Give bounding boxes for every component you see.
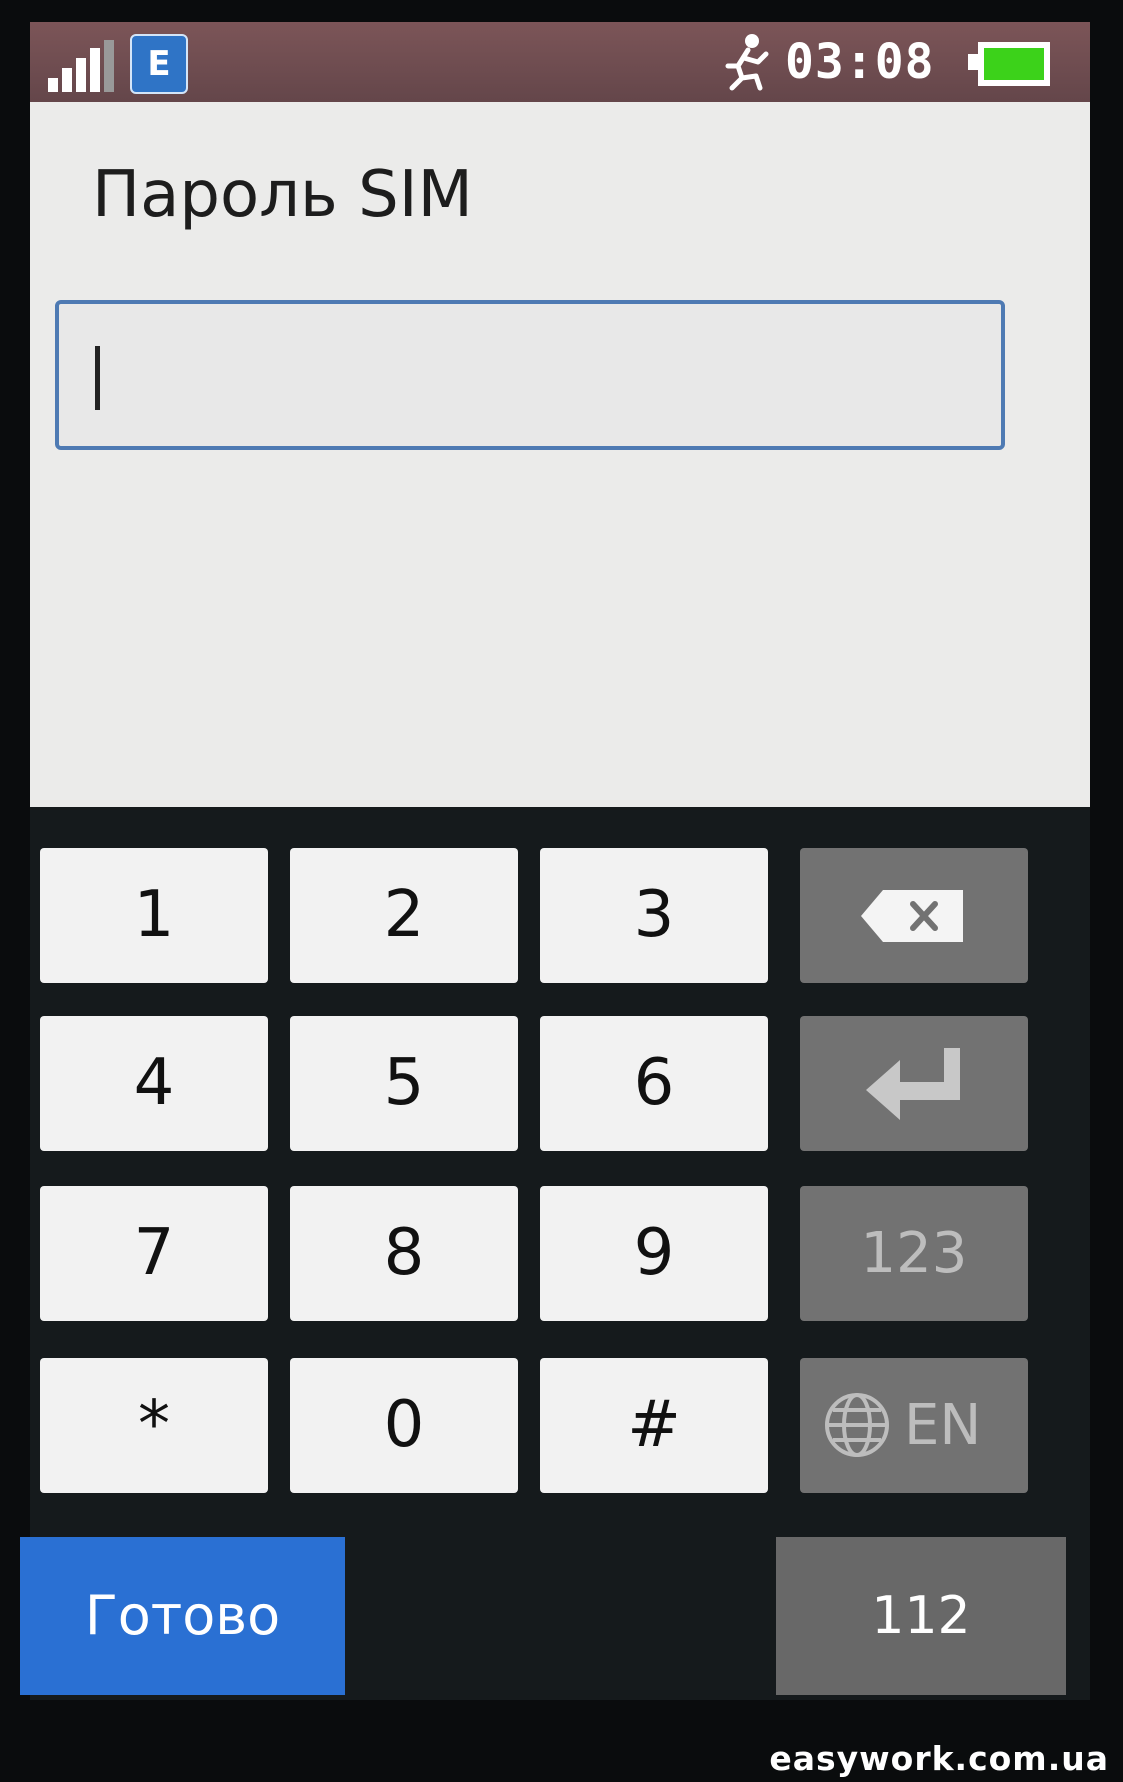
key-7[interactable]: 7 (40, 1186, 268, 1321)
emergency-call-button[interactable]: 112 (776, 1537, 1066, 1695)
globe-icon (825, 1393, 889, 1457)
key-3[interactable]: 3 (540, 848, 768, 983)
watermark: easywork.com.ua (769, 1739, 1109, 1778)
key-9[interactable]: 9 (540, 1186, 768, 1321)
key-5[interactable]: 5 (290, 1016, 518, 1151)
edge-network-icon: E (130, 34, 188, 94)
language-button[interactable]: EN (800, 1358, 1028, 1493)
mode-123-button[interactable]: 123 (800, 1186, 1028, 1321)
pin-entry-panel: Пароль SIM (30, 102, 1090, 807)
enter-icon (866, 1047, 960, 1120)
done-button[interactable]: Готово (20, 1537, 345, 1695)
key-6[interactable]: 6 (540, 1016, 768, 1151)
status-bar: E 03:08 (30, 22, 1090, 102)
key-star[interactable]: * (40, 1358, 268, 1493)
sim-pin-input[interactable] (55, 300, 1005, 450)
signal-icon (48, 40, 118, 92)
key-hash[interactable]: # (540, 1358, 768, 1493)
status-clock: 03:08 (785, 34, 935, 90)
key-2[interactable]: 2 (290, 848, 518, 983)
key-1[interactable]: 1 (40, 848, 268, 983)
page-title: Пароль SIM (92, 158, 473, 232)
enter-button[interactable] (800, 1016, 1028, 1151)
text-caret (95, 346, 100, 410)
running-man-icon (725, 34, 769, 91)
phone-screen: E 03:08 Пароль SIM 1 2 3 4 5 6 7 8 9 123… (20, 22, 1090, 1700)
backspace-button[interactable] (800, 848, 1028, 983)
key-0[interactable]: 0 (290, 1358, 518, 1493)
language-label: EN (904, 1393, 982, 1458)
key-4[interactable]: 4 (40, 1016, 268, 1151)
battery-icon (968, 42, 1050, 86)
key-8[interactable]: 8 (290, 1186, 518, 1321)
backspace-icon (861, 889, 963, 942)
